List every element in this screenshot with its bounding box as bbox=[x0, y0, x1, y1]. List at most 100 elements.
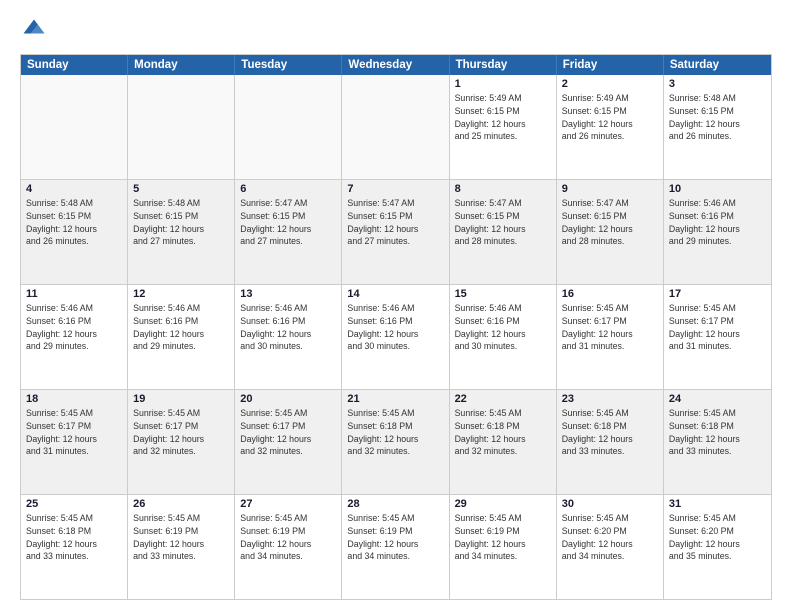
logo bbox=[20, 16, 52, 44]
day-number: 20 bbox=[240, 393, 336, 405]
day-info: Sunrise: 5:45 AM Sunset: 6:20 PM Dayligh… bbox=[669, 512, 766, 563]
calendar-body: 1 Sunrise: 5:49 AM Sunset: 6:15 PM Daylig… bbox=[21, 75, 771, 599]
page: SundayMondayTuesdayWednesdayThursdayFrid… bbox=[0, 0, 792, 612]
day-number: 23 bbox=[562, 393, 658, 405]
day-number: 14 bbox=[347, 288, 443, 300]
calendar-header: SundayMondayTuesdayWednesdayThursdayFrid… bbox=[21, 55, 771, 75]
day-info: Sunrise: 5:45 AM Sunset: 6:17 PM Dayligh… bbox=[240, 407, 336, 458]
day-info: Sunrise: 5:45 AM Sunset: 6:17 PM Dayligh… bbox=[133, 407, 229, 458]
cal-cell-day-30: 30Sunrise: 5:45 AM Sunset: 6:20 PM Dayli… bbox=[557, 495, 664, 599]
day-number: 26 bbox=[133, 498, 229, 510]
cal-cell-day-14: 14 Sunrise: 5:46 AM Sunset: 6:16 PM Dayli… bbox=[342, 285, 449, 389]
day-info: Sunrise: 5:45 AM Sunset: 6:18 PM Dayligh… bbox=[455, 407, 551, 458]
day-info: Sunrise: 5:48 AM Sunset: 6:15 PM Dayligh… bbox=[26, 197, 122, 248]
day-number: 8 bbox=[455, 183, 551, 195]
cal-cell-day-1: 1 Sunrise: 5:49 AM Sunset: 6:15 PM Daylig… bbox=[450, 75, 557, 179]
day-number: 6 bbox=[240, 183, 336, 195]
day-number: 15 bbox=[455, 288, 551, 300]
cal-cell-day-28: 28 Sunrise: 5:45 AM Sunset: 6:19 PM Dayli… bbox=[342, 495, 449, 599]
day-number: 9 bbox=[562, 183, 658, 195]
day-number: 27 bbox=[240, 498, 336, 510]
cal-cell-day-5: 5 Sunrise: 5:48 AM Sunset: 6:15 PM Daylig… bbox=[128, 180, 235, 284]
day-info: Sunrise: 5:45 AM Sunset: 6:18 PM Dayligh… bbox=[562, 407, 658, 458]
day-info: Sunrise: 5:45 AM Sunset: 6:20 PM Dayligh… bbox=[562, 512, 658, 563]
cal-cell-day-17: 17Sunrise: 5:45 AM Sunset: 6:17 PM Dayli… bbox=[664, 285, 771, 389]
day-number: 21 bbox=[347, 393, 443, 405]
day-number: 12 bbox=[133, 288, 229, 300]
day-info: Sunrise: 5:45 AM Sunset: 6:18 PM Dayligh… bbox=[347, 407, 443, 458]
cal-cell-day-9: 9 Sunrise: 5:47 AM Sunset: 6:15 PM Daylig… bbox=[557, 180, 664, 284]
day-info: Sunrise: 5:47 AM Sunset: 6:15 PM Dayligh… bbox=[562, 197, 658, 248]
cal-cell-day-23: 23 Sunrise: 5:45 AM Sunset: 6:18 PM Dayli… bbox=[557, 390, 664, 494]
day-info: Sunrise: 5:46 AM Sunset: 6:16 PM Dayligh… bbox=[669, 197, 766, 248]
cal-week-5: 25 Sunrise: 5:45 AM Sunset: 6:18 PM Dayli… bbox=[21, 495, 771, 599]
day-info: Sunrise: 5:45 AM Sunset: 6:19 PM Dayligh… bbox=[347, 512, 443, 563]
day-number: 1 bbox=[455, 78, 551, 90]
day-number: 5 bbox=[133, 183, 229, 195]
day-info: Sunrise: 5:45 AM Sunset: 6:19 PM Dayligh… bbox=[240, 512, 336, 563]
cal-cell-day-2: 2Sunrise: 5:49 AM Sunset: 6:15 PM Daylig… bbox=[557, 75, 664, 179]
day-info: Sunrise: 5:49 AM Sunset: 6:15 PM Dayligh… bbox=[562, 92, 658, 143]
day-number: 28 bbox=[347, 498, 443, 510]
cal-header-wednesday: Wednesday bbox=[342, 55, 449, 75]
cal-header-tuesday: Tuesday bbox=[235, 55, 342, 75]
cal-week-2: 4 Sunrise: 5:48 AM Sunset: 6:15 PM Daylig… bbox=[21, 180, 771, 285]
day-info: Sunrise: 5:46 AM Sunset: 6:16 PM Dayligh… bbox=[26, 302, 122, 353]
day-info: Sunrise: 5:45 AM Sunset: 6:19 PM Dayligh… bbox=[455, 512, 551, 563]
day-info: Sunrise: 5:46 AM Sunset: 6:16 PM Dayligh… bbox=[347, 302, 443, 353]
cal-header-saturday: Saturday bbox=[664, 55, 771, 75]
day-info: Sunrise: 5:45 AM Sunset: 6:17 PM Dayligh… bbox=[26, 407, 122, 458]
cal-cell-day-15: 15 Sunrise: 5:46 AM Sunset: 6:16 PM Dayli… bbox=[450, 285, 557, 389]
cal-cell-day-21: 21 Sunrise: 5:45 AM Sunset: 6:18 PM Dayli… bbox=[342, 390, 449, 494]
day-info: Sunrise: 5:47 AM Sunset: 6:15 PM Dayligh… bbox=[455, 197, 551, 248]
cal-cell-empty bbox=[235, 75, 342, 179]
cal-cell-day-11: 11 Sunrise: 5:46 AM Sunset: 6:16 PM Dayli… bbox=[21, 285, 128, 389]
day-info: Sunrise: 5:47 AM Sunset: 6:15 PM Dayligh… bbox=[240, 197, 336, 248]
cal-cell-day-31: 31 Sunrise: 5:45 AM Sunset: 6:20 PM Dayli… bbox=[664, 495, 771, 599]
cal-cell-day-13: 13 Sunrise: 5:46 AM Sunset: 6:16 PM Dayli… bbox=[235, 285, 342, 389]
day-info: Sunrise: 5:48 AM Sunset: 6:15 PM Dayligh… bbox=[669, 92, 766, 143]
day-info: Sunrise: 5:49 AM Sunset: 6:15 PM Dayligh… bbox=[455, 92, 551, 143]
day-info: Sunrise: 5:46 AM Sunset: 6:16 PM Dayligh… bbox=[240, 302, 336, 353]
day-info: Sunrise: 5:45 AM Sunset: 6:18 PM Dayligh… bbox=[669, 407, 766, 458]
day-info: Sunrise: 5:45 AM Sunset: 6:17 PM Dayligh… bbox=[669, 302, 766, 353]
header bbox=[20, 16, 772, 44]
day-number: 7 bbox=[347, 183, 443, 195]
cal-header-thursday: Thursday bbox=[450, 55, 557, 75]
logo-icon bbox=[20, 16, 48, 44]
cal-cell-day-4: 4 Sunrise: 5:48 AM Sunset: 6:15 PM Daylig… bbox=[21, 180, 128, 284]
calendar: SundayMondayTuesdayWednesdayThursdayFrid… bbox=[20, 54, 772, 600]
day-number: 31 bbox=[669, 498, 766, 510]
cal-week-3: 11 Sunrise: 5:46 AM Sunset: 6:16 PM Dayli… bbox=[21, 285, 771, 390]
day-number: 11 bbox=[26, 288, 122, 300]
day-info: Sunrise: 5:48 AM Sunset: 6:15 PM Dayligh… bbox=[133, 197, 229, 248]
day-info: Sunrise: 5:45 AM Sunset: 6:18 PM Dayligh… bbox=[26, 512, 122, 563]
cal-cell-empty bbox=[128, 75, 235, 179]
day-number: 4 bbox=[26, 183, 122, 195]
day-number: 19 bbox=[133, 393, 229, 405]
cal-cell-day-29: 29 Sunrise: 5:45 AM Sunset: 6:19 PM Dayli… bbox=[450, 495, 557, 599]
cal-cell-day-12: 12Sunrise: 5:46 AM Sunset: 6:16 PM Dayli… bbox=[128, 285, 235, 389]
day-number: 13 bbox=[240, 288, 336, 300]
cal-cell-day-25: 25 Sunrise: 5:45 AM Sunset: 6:18 PM Dayli… bbox=[21, 495, 128, 599]
cal-cell-day-26: 26Sunrise: 5:45 AM Sunset: 6:19 PM Dayli… bbox=[128, 495, 235, 599]
day-number: 25 bbox=[26, 498, 122, 510]
day-number: 3 bbox=[669, 78, 766, 90]
day-info: Sunrise: 5:45 AM Sunset: 6:17 PM Dayligh… bbox=[562, 302, 658, 353]
cal-cell-empty bbox=[21, 75, 128, 179]
cal-cell-day-20: 20 Sunrise: 5:45 AM Sunset: 6:17 PM Dayli… bbox=[235, 390, 342, 494]
cal-week-4: 18Sunrise: 5:45 AM Sunset: 6:17 PM Dayli… bbox=[21, 390, 771, 495]
cal-cell-day-27: 27 Sunrise: 5:45 AM Sunset: 6:19 PM Dayli… bbox=[235, 495, 342, 599]
cal-cell-day-7: 7Sunrise: 5:47 AM Sunset: 6:15 PM Daylig… bbox=[342, 180, 449, 284]
day-info: Sunrise: 5:46 AM Sunset: 6:16 PM Dayligh… bbox=[455, 302, 551, 353]
cal-cell-day-10: 10 Sunrise: 5:46 AM Sunset: 6:16 PM Dayli… bbox=[664, 180, 771, 284]
day-number: 16 bbox=[562, 288, 658, 300]
cal-cell-day-18: 18Sunrise: 5:45 AM Sunset: 6:17 PM Dayli… bbox=[21, 390, 128, 494]
cal-cell-day-24: 24 Sunrise: 5:45 AM Sunset: 6:18 PM Dayli… bbox=[664, 390, 771, 494]
day-number: 22 bbox=[455, 393, 551, 405]
day-number: 29 bbox=[455, 498, 551, 510]
day-number: 10 bbox=[669, 183, 766, 195]
cal-cell-day-8: 8 Sunrise: 5:47 AM Sunset: 6:15 PM Daylig… bbox=[450, 180, 557, 284]
day-number: 24 bbox=[669, 393, 766, 405]
cal-header-monday: Monday bbox=[128, 55, 235, 75]
